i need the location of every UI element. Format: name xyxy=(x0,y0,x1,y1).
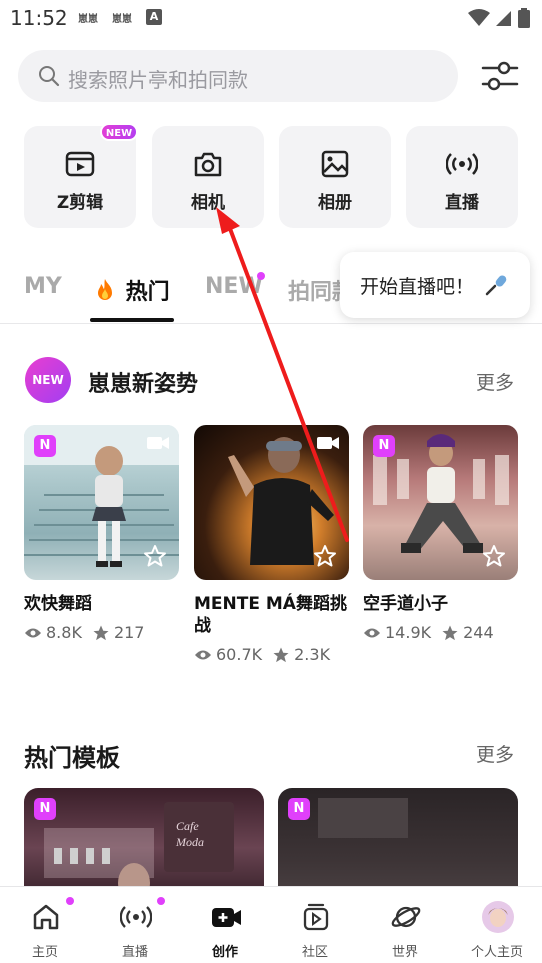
tab-hot-label: 热门 xyxy=(125,280,170,305)
star-count-icon xyxy=(273,647,289,662)
notification-icon: 崽崽 xyxy=(112,14,132,25)
video-card[interactable]: MENTE MÁ舞蹈挑战 60.7K 2.3K xyxy=(194,425,349,664)
a-notification-icon: A xyxy=(146,9,162,25)
views-count: 8.8K xyxy=(46,623,82,642)
nav-label: 主页 xyxy=(31,945,58,960)
status-icons xyxy=(468,8,530,28)
tab-hot[interactable]: 热门 xyxy=(92,274,170,306)
n-badge: N xyxy=(373,435,395,457)
nav-label: 世界 xyxy=(391,945,418,960)
live-icon xyxy=(120,906,152,928)
tab-new[interactable]: NEW xyxy=(205,274,263,299)
tile-camera[interactable]: 相机 xyxy=(152,126,264,228)
avatar xyxy=(482,901,514,933)
nav-world[interactable]: 世界 xyxy=(360,887,450,963)
tile-label: Z剪辑 xyxy=(56,193,104,213)
more-link[interactable]: 更多 xyxy=(476,740,514,767)
nav-label: 直播 xyxy=(121,945,148,960)
n-badge: N xyxy=(34,435,56,457)
camera-icon xyxy=(194,152,222,177)
favorite-star-icon[interactable] xyxy=(482,544,506,568)
views-count: 60.7K xyxy=(216,645,263,664)
notification-dot xyxy=(66,897,74,905)
tooltip-arrow xyxy=(454,242,474,252)
notification-icon: 崽崽 xyxy=(78,14,98,25)
search-icon xyxy=(39,66,60,87)
active-tab-indicator xyxy=(90,318,174,322)
nav-profile[interactable]: 个人主页 xyxy=(452,887,542,963)
new-dot-indicator xyxy=(257,272,265,280)
card-thumbnail: N xyxy=(24,425,179,580)
notification-dot xyxy=(157,897,165,905)
n-badge: N xyxy=(288,798,310,820)
stars-count: 244 xyxy=(463,623,494,642)
signal-icon xyxy=(496,11,511,26)
community-icon xyxy=(303,903,329,931)
microphone-icon xyxy=(485,275,507,296)
fire-icon xyxy=(98,279,112,300)
nav-home[interactable]: 主页 xyxy=(0,887,90,963)
section-title: 崽崽新姿势 xyxy=(88,372,199,397)
nav-label: 社区 xyxy=(301,945,328,960)
battery-icon xyxy=(518,8,530,28)
tile-album[interactable]: 相册 xyxy=(279,126,391,228)
nav-create[interactable]: 创作 xyxy=(180,887,270,963)
nav-community[interactable]: 社区 xyxy=(270,887,360,963)
card-title: 欢快舞蹈 xyxy=(24,594,92,614)
video-card[interactable]: N 欢快舞蹈 8.8K 217 xyxy=(24,425,179,642)
home-icon xyxy=(33,904,59,930)
image-icon xyxy=(321,150,349,178)
tooltip-label: 开始直播吧！ xyxy=(360,276,475,298)
stars-count: 217 xyxy=(113,623,145,642)
planet-icon xyxy=(391,906,421,928)
favorite-star-icon[interactable] xyxy=(143,544,167,568)
views-count: 14.9K xyxy=(385,623,432,642)
tab-my[interactable]: MY xyxy=(24,274,62,299)
tile-label: 相机 xyxy=(191,193,225,213)
video-camera-icon xyxy=(147,437,169,449)
video-camera-icon xyxy=(317,437,339,449)
wifi-icon xyxy=(468,9,490,26)
card-thumbnail: N xyxy=(363,425,518,580)
card-stats: 14.9K 244 xyxy=(363,623,494,642)
live-tooltip[interactable]: 开始直播吧！ xyxy=(340,252,530,318)
card-title: 空手道小子 xyxy=(363,594,448,614)
card-stats: 60.7K 2.3K xyxy=(194,645,330,664)
star-count-icon xyxy=(442,625,458,640)
filter-settings-icon[interactable] xyxy=(480,58,520,94)
video-card[interactable]: N 空手道小子 14.9K 244 xyxy=(363,425,518,642)
nav-label: 创作 xyxy=(211,945,238,960)
more-link[interactable]: 更多 xyxy=(476,368,514,395)
bottom-navigation: 主页 直播 创作 社区 世界 个人主页 xyxy=(0,886,542,963)
tile-label: 相册 xyxy=(318,193,352,213)
nav-live[interactable]: 直播 xyxy=(90,887,180,963)
card-title: MENTE MÁ舞蹈挑战 xyxy=(194,594,347,636)
star-count-icon xyxy=(93,625,109,640)
tooltip-text: 开始直播吧！ xyxy=(360,272,508,299)
n-badge: N xyxy=(34,798,56,820)
status-time: 11:52 xyxy=(10,6,68,30)
card-thumbnail xyxy=(194,425,349,580)
nav-label: 个人主页 xyxy=(470,945,523,960)
broadcast-icon xyxy=(446,153,478,175)
views-eye-icon xyxy=(364,628,380,637)
tile-label: 直播 xyxy=(445,193,479,213)
search-placeholder: 搜索照片亭和拍同款 xyxy=(68,68,248,92)
new-section-badge: NEW xyxy=(25,357,71,403)
views-eye-icon xyxy=(195,650,211,659)
status-bar: 11:52 崽崽 崽崽 A xyxy=(0,0,542,36)
favorite-star-icon[interactable] xyxy=(313,544,337,568)
views-eye-icon xyxy=(25,628,41,637)
stars-count: 2.3K xyxy=(294,645,331,664)
section-title: 热门模板 xyxy=(24,744,120,772)
card-stats: 8.8K 217 xyxy=(24,623,144,642)
search-input[interactable]: 搜索照片亭和拍同款 xyxy=(18,50,458,102)
new-badge: NEW xyxy=(100,123,138,141)
video-edit-icon xyxy=(65,151,95,177)
svg-text:Cafe: Cafe xyxy=(176,819,199,833)
svg-text:Moda: Moda xyxy=(175,835,204,849)
tile-live[interactable]: 直播 xyxy=(406,126,518,228)
create-icon xyxy=(212,908,241,927)
